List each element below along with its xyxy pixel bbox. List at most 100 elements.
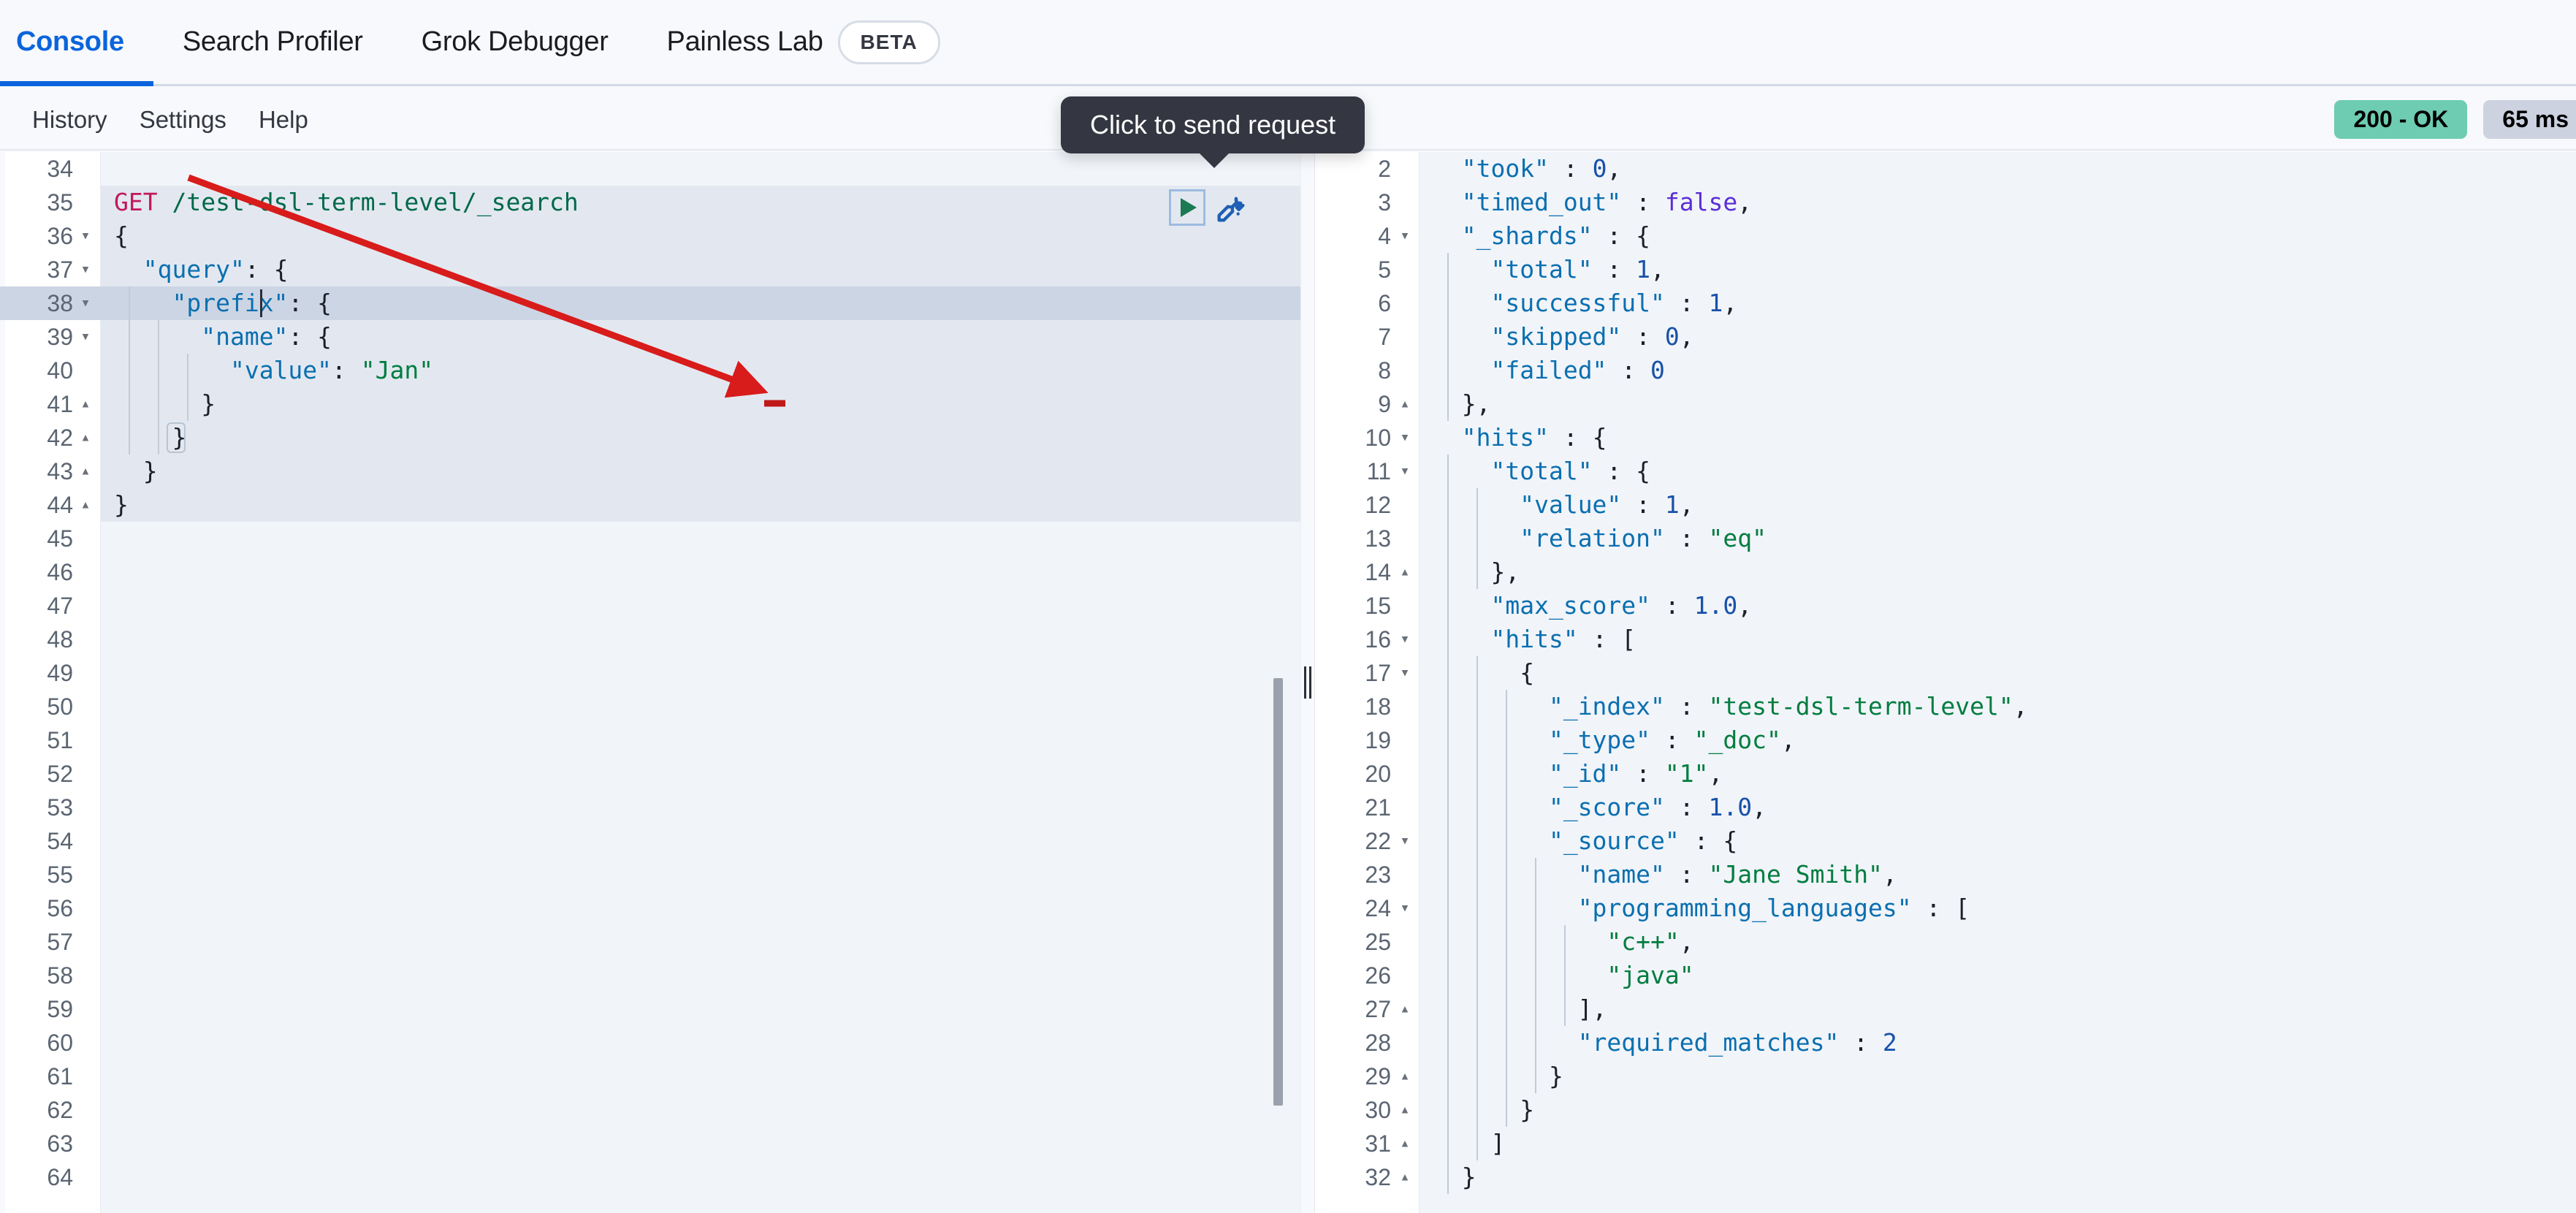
fold-collapse-icon[interactable] <box>1395 891 1414 925</box>
code-line[interactable]: "total" : 1, <box>1420 253 2576 286</box>
code-line[interactable]: "_shards" : { <box>1420 219 2576 253</box>
code-line[interactable] <box>101 1127 1300 1160</box>
fold-expand-icon[interactable] <box>1395 1127 1414 1160</box>
code-line[interactable] <box>101 1093 1300 1127</box>
code-line[interactable] <box>101 891 1300 925</box>
wrench-icon[interactable] <box>1213 189 1251 227</box>
code-line[interactable] <box>101 1026 1300 1060</box>
code-line[interactable]: GET /test-dsl-term-level/_search <box>101 186 1300 219</box>
code-line[interactable]: "query": { <box>101 253 1300 286</box>
tab-painless-lab[interactable]: Painless Lab <box>638 0 835 84</box>
code-line[interactable]: "prefix": { <box>101 286 1300 320</box>
code-line[interactable]: ], <box>1420 992 2576 1026</box>
code-line[interactable] <box>101 1060 1300 1093</box>
code-line[interactable]: } <box>101 387 1300 421</box>
response-code[interactable]: "took" : 0, "timed_out" : false, "_shard… <box>1420 152 2576 1194</box>
code-line[interactable]: "programming_languages" : [ <box>1420 891 2576 925</box>
fold-expand-icon[interactable] <box>76 488 95 522</box>
code-line[interactable] <box>101 522 1300 555</box>
code-line[interactable]: } <box>101 421 1300 455</box>
fold-collapse-icon[interactable] <box>1395 623 1414 656</box>
code-line[interactable]: } <box>1420 1160 2576 1194</box>
code-line[interactable]: { <box>101 219 1300 253</box>
code-line[interactable]: "java" <box>1420 959 2576 992</box>
code-line[interactable] <box>101 824 1300 858</box>
code-line[interactable]: "hits" : [ <box>1420 623 2576 656</box>
code-line[interactable]: "skipped" : 0, <box>1420 320 2576 354</box>
code-line[interactable] <box>101 959 1300 992</box>
code-line[interactable]: "_score" : 1.0, <box>1420 791 2576 824</box>
code-line[interactable]: ] <box>1420 1127 2576 1160</box>
response-viewer-pane[interactable]: 2345678910111213141516171819202122232425… <box>1315 152 2576 1213</box>
code-line[interactable]: "failed" : 0 <box>1420 354 2576 387</box>
code-line[interactable]: "total" : { <box>1420 455 2576 488</box>
fold-expand-icon[interactable] <box>1395 992 1414 1026</box>
tab-console[interactable]: Console <box>0 0 153 84</box>
fold-collapse-icon[interactable] <box>1395 824 1414 858</box>
fold-expand-icon[interactable] <box>1395 387 1414 421</box>
code-line[interactable]: { <box>1420 656 2576 690</box>
fold-collapse-icon[interactable] <box>76 286 95 320</box>
code-line[interactable]: "_id" : "1", <box>1420 757 2576 791</box>
toolbar-item-history[interactable]: History <box>16 106 123 134</box>
fold-expand-icon[interactable] <box>76 455 95 488</box>
request-editor-pane[interactable]: 3435363738394041424344454647484950515253… <box>0 152 1300 1213</box>
request-vertical-scrollbar[interactable] <box>1273 678 1283 1106</box>
code-line[interactable]: "max_score" : 1.0, <box>1420 589 2576 623</box>
fold-expand-icon[interactable] <box>1395 1160 1414 1194</box>
fold-collapse-icon[interactable] <box>1395 455 1414 488</box>
code-line[interactable]: "_source" : { <box>1420 824 2576 858</box>
splitter-grip-icon[interactable] <box>1303 666 1312 699</box>
code-line[interactable]: "name" : "Jane Smith", <box>1420 858 2576 891</box>
toolbar-item-settings[interactable]: Settings <box>123 106 243 134</box>
code-line[interactable]: }, <box>1420 387 2576 421</box>
fold-collapse-icon[interactable] <box>1395 421 1414 455</box>
tab-search-profiler[interactable]: Search Profiler <box>153 0 392 84</box>
code-line[interactable] <box>101 723 1300 757</box>
fold-expand-icon[interactable] <box>1395 1093 1414 1127</box>
fold-collapse-icon[interactable] <box>76 253 95 286</box>
code-line[interactable] <box>101 623 1300 656</box>
code-line[interactable]: "timed_out" : false, <box>1420 186 2576 219</box>
code-line[interactable] <box>101 589 1300 623</box>
fold-collapse-icon[interactable] <box>1395 656 1414 690</box>
tab-grok-debugger[interactable]: Grok Debugger <box>392 0 638 84</box>
fold-collapse-icon[interactable] <box>1395 219 1414 253</box>
code-line[interactable]: } <box>1420 1093 2576 1127</box>
fold-collapse-icon[interactable] <box>76 320 95 354</box>
code-line[interactable]: "name": { <box>101 320 1300 354</box>
code-line[interactable]: "_index" : "test-dsl-term-level", <box>1420 690 2576 723</box>
toolbar-item-help[interactable]: Help <box>243 106 324 134</box>
play-icon[interactable] <box>1169 189 1205 226</box>
code-line[interactable] <box>101 555 1300 589</box>
code-line[interactable]: "successful" : 1, <box>1420 286 2576 320</box>
code-line[interactable] <box>101 757 1300 791</box>
fold-expand-icon[interactable] <box>1395 1060 1414 1093</box>
code-line[interactable] <box>101 858 1300 891</box>
code-line[interactable]: }, <box>1420 555 2576 589</box>
code-line[interactable]: "hits" : { <box>1420 421 2576 455</box>
code-line[interactable]: } <box>101 488 1300 522</box>
code-line[interactable]: } <box>1420 1060 2576 1093</box>
code-line[interactable]: "relation" : "eq" <box>1420 522 2576 555</box>
fold-expand-icon[interactable] <box>76 421 95 455</box>
code-line[interactable]: "required_matches" : 2 <box>1420 1026 2576 1060</box>
code-line[interactable] <box>101 925 1300 959</box>
code-line[interactable] <box>101 656 1300 690</box>
code-line[interactable]: "c++", <box>1420 925 2576 959</box>
code-line[interactable]: } <box>101 455 1300 488</box>
request-code[interactable]: GET /test-dsl-term-level/_search{ "query… <box>101 152 1300 1194</box>
code-line[interactable] <box>101 1160 1300 1194</box>
code-line[interactable]: "value": "Jan" <box>101 354 1300 387</box>
code-line[interactable]: "_type" : "_doc", <box>1420 723 2576 757</box>
fold-expand-icon[interactable] <box>76 387 95 421</box>
code-line[interactable]: "value" : 1, <box>1420 488 2576 522</box>
fold-collapse-icon[interactable] <box>76 219 95 253</box>
code-line[interactable] <box>101 690 1300 723</box>
code-line[interactable] <box>101 992 1300 1026</box>
fold-expand-icon[interactable] <box>1395 555 1414 589</box>
code-line[interactable] <box>101 791 1300 824</box>
pane-splitter[interactable] <box>1300 152 1315 1213</box>
code-line[interactable] <box>101 152 1300 186</box>
code-line[interactable]: "took" : 0, <box>1420 152 2576 186</box>
